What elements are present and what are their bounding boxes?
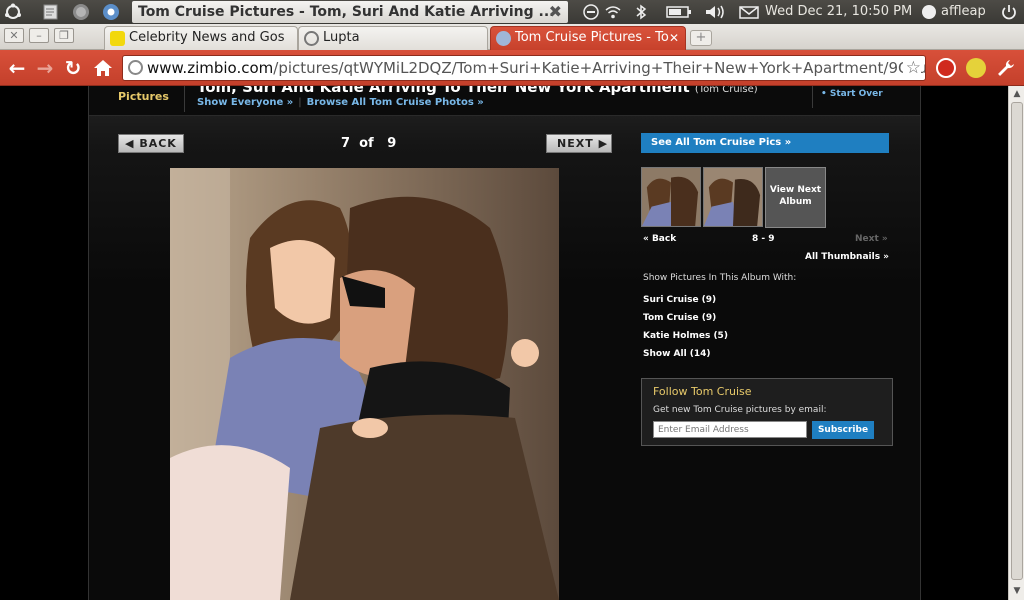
window-close-icon[interactable]: ✕ bbox=[4, 28, 24, 43]
tab-label: Lupta bbox=[323, 30, 360, 45]
next-triangle-icon: ▶ bbox=[598, 137, 609, 150]
show-pictures-with-label: Show Pictures In This Album With: bbox=[643, 273, 797, 283]
zimbio-content: Pictures Tom, Suri And Katie Arriving To… bbox=[88, 86, 921, 600]
album-title: Tom, Suri And Katie Arriving To Their Ne… bbox=[197, 86, 758, 96]
next-label: NEXT bbox=[557, 137, 594, 150]
globe-favicon-icon bbox=[304, 31, 319, 46]
thumbnails-back-link[interactable]: « Back bbox=[643, 234, 676, 244]
celebrity-favicon-icon bbox=[110, 31, 125, 46]
url-path: /pictures/qtWYMiL2DQZ/Tom+Suri+Katie+Arr… bbox=[273, 59, 926, 77]
battery-icon[interactable] bbox=[666, 3, 692, 21]
thumbnail-9[interactable] bbox=[703, 167, 763, 227]
follow-subtitle: Get new Tom Cruise pictures by email: bbox=[653, 405, 827, 415]
browse-all-link[interactable]: Browse All Tom Cruise Photos » bbox=[307, 97, 484, 108]
scroll-up-icon[interactable]: ▲ bbox=[1012, 89, 1022, 99]
back-triangle-icon: ◀ bbox=[125, 137, 135, 150]
bluetooth-icon[interactable] bbox=[632, 3, 650, 21]
close-window-icon[interactable]: ✖ bbox=[549, 1, 562, 23]
people-link-suri[interactable]: Suri Cruise (9) bbox=[643, 294, 728, 312]
thumbnails-range: 8 - 9 bbox=[752, 234, 775, 244]
extension-icon[interactable] bbox=[966, 58, 986, 78]
tab-label: Celebrity News and Gos bbox=[129, 30, 285, 45]
page-scrollbar[interactable]: ▲ ▼ bbox=[1008, 86, 1024, 600]
scrollbar-thumb[interactable] bbox=[1011, 102, 1023, 580]
user-status-icon[interactable] bbox=[920, 3, 938, 21]
main-photo[interactable] bbox=[170, 168, 559, 600]
clock[interactable]: Wed Dec 21, 10:50 PM bbox=[765, 0, 912, 24]
start-over-label: Start Over bbox=[829, 89, 883, 99]
header-divider bbox=[812, 86, 813, 108]
volume-icon[interactable] bbox=[704, 3, 726, 21]
zimbio-favicon-icon bbox=[496, 31, 511, 46]
follow-box: Follow Tom Cruise Get new Tom Cruise pic… bbox=[641, 378, 893, 446]
text-editor-icon[interactable] bbox=[42, 3, 60, 21]
system-panel: Tom Cruise Pictures - Tom, Suri And Kati… bbox=[0, 0, 1024, 24]
tab-celebrity-news[interactable]: Celebrity News and Gos bbox=[104, 26, 298, 50]
view-next-album-button[interactable]: View Next Album bbox=[765, 167, 826, 228]
header-divider bbox=[184, 86, 185, 112]
forward-arrow-icon[interactable]: → bbox=[33, 56, 57, 80]
web-page-viewport: Pictures Tom, Suri And Katie Arriving To… bbox=[0, 86, 1008, 600]
back-label: BACK bbox=[139, 137, 177, 150]
window-title-text: Tom Cruise Pictures - Tom, Suri And Kati… bbox=[138, 4, 555, 20]
power-indicator-icon[interactable] bbox=[582, 3, 600, 21]
reload-icon[interactable]: ↻ bbox=[61, 56, 85, 80]
people-filter-list: Suri Cruise (9) Tom Cruise (9) Katie Hol… bbox=[643, 294, 728, 366]
people-link-tom[interactable]: Tom Cruise (9) bbox=[643, 312, 728, 330]
people-link-katie[interactable]: Katie Holmes (5) bbox=[643, 330, 728, 348]
people-link-show-all[interactable]: Show All (14) bbox=[643, 348, 728, 366]
album-title-text: Tom, Suri And Katie Arriving To Their Ne… bbox=[197, 86, 690, 96]
tab-label: Tom Cruise Pictures - To bbox=[515, 30, 669, 45]
browser-tab-strip: ✕ – ❐ Celebrity News and Gos Lupta Tom C… bbox=[0, 24, 1024, 50]
tab-lupta[interactable]: Lupta bbox=[298, 26, 488, 50]
counter-of: of bbox=[359, 136, 374, 151]
wrench-menu-icon[interactable] bbox=[996, 58, 1016, 78]
email-input[interactable] bbox=[653, 421, 807, 438]
window-minimize-icon[interactable]: – bbox=[29, 28, 49, 43]
wifi-icon[interactable] bbox=[604, 3, 622, 21]
all-thumbnails-link[interactable]: All Thumbnails » bbox=[805, 252, 889, 262]
section-label[interactable]: Pictures bbox=[118, 90, 169, 103]
subscribe-button[interactable]: Subscribe bbox=[812, 421, 874, 439]
active-window-title: Tom Cruise Pictures - Tom, Suri And Kati… bbox=[132, 1, 568, 23]
scroll-down-icon[interactable]: ▼ bbox=[1012, 586, 1022, 596]
chromium-icon[interactable] bbox=[102, 3, 120, 21]
gallery-header: Pictures Tom, Suri And Katie Arriving To… bbox=[89, 86, 920, 116]
home-icon[interactable] bbox=[91, 56, 115, 80]
ubuntu-logo-icon[interactable] bbox=[4, 3, 22, 21]
thumbnails-next-link[interactable]: Next » bbox=[855, 234, 888, 244]
shutdown-icon[interactable] bbox=[1000, 3, 1018, 21]
bookmark-star-icon[interactable]: ☆ bbox=[902, 56, 921, 80]
start-over-link[interactable]: • Start Over bbox=[821, 89, 883, 99]
tab-close-icon[interactable]: ✕ bbox=[669, 27, 679, 49]
current-index: 7 bbox=[341, 136, 351, 151]
page-info-icon[interactable] bbox=[128, 60, 143, 75]
follow-title: Follow Tom Cruise bbox=[653, 385, 752, 398]
address-bar[interactable]: www.zimbio.com/pictures/qtWYMiL2DQZ/Tom+… bbox=[122, 55, 926, 81]
username[interactable]: affleap bbox=[941, 0, 986, 24]
back-button[interactable]: ◀ BACK bbox=[118, 134, 184, 153]
see-all-pics-button[interactable]: See All Tom Cruise Pics » bbox=[641, 133, 889, 153]
tab-tom-cruise-pictures[interactable]: Tom Cruise Pictures - To ✕ bbox=[490, 26, 686, 50]
new-tab-button[interactable]: + bbox=[690, 30, 712, 46]
next-button[interactable]: NEXT ▶ bbox=[546, 134, 612, 153]
total-count: 9 bbox=[387, 136, 397, 151]
url-host: www.zimbio.com bbox=[147, 59, 274, 77]
album-title-tag: (Tom Cruise) bbox=[694, 86, 758, 95]
mail-icon[interactable] bbox=[739, 3, 759, 21]
back-arrow-icon[interactable]: ← bbox=[5, 56, 29, 80]
link-separator: | bbox=[298, 97, 302, 108]
photo-counter: 7 of 9 bbox=[341, 136, 396, 151]
header-links: Show Everyone » | Browse All Tom Cruise Ph… bbox=[197, 97, 484, 108]
firefox-icon[interactable] bbox=[72, 3, 90, 21]
browser-toolbar: ← → ↻ www.zimbio.com/pictures/qtWYMiL2DQ… bbox=[0, 50, 1024, 86]
window-restore-icon[interactable]: ❐ bbox=[54, 28, 74, 43]
adblock-extension-icon[interactable] bbox=[936, 58, 956, 78]
thumbnail-8[interactable] bbox=[641, 167, 701, 227]
show-everyone-link[interactable]: Show Everyone » bbox=[197, 97, 293, 108]
